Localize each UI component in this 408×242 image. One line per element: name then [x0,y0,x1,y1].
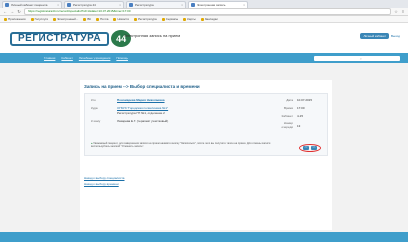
forward-arrow-icon[interactable]: → [10,9,14,14]
menu-item-clinics[interactable]: Лечебные учреждения [79,56,111,60]
folder-icon [30,17,34,21]
address-bar: ← → ↻ https://registratura44.ru/record/s… [0,8,408,16]
bookmark-item[interactable]: Закладки [200,17,218,21]
logo-text: РЕГИСТРАТУРА [10,31,110,46]
time-label: Время [283,106,293,110]
folder-icon [161,17,165,21]
back-arrow-icon[interactable]: ← [3,9,7,14]
back-to-specialist-link[interactable]: Назад к выбору специалиста [84,176,124,180]
cabinet-button[interactable]: Личный кабинет [360,33,390,39]
bookmark-item[interactable]: Карты [183,17,196,21]
favicon-icon [5,3,9,7]
page-title: Запись на прием --> Выбор специалиста и … [84,84,200,89]
back-to-time-link[interactable]: Назад к выбору времени [84,182,119,186]
field-department: Регистратура ГП №1, отделение 2 [117,111,165,115]
browser-tab[interactable]: Личный кабинет пациента × [2,1,62,8]
search-button[interactable]: Поиск [388,56,396,61]
next-button[interactable]: >> [311,146,317,150]
bookmark-item[interactable]: Почта [96,17,108,21]
clinic-name[interactable]: ОГБУЗ "Городская поликлиника №1" [117,106,168,110]
close-icon[interactable]: × [243,3,245,7]
reload-icon[interactable]: ↻ [17,9,21,14]
queue-label: Номер очереди [281,121,293,129]
bookmarks-bar: Приложения Госуслуги Электронный... ВК П… [0,16,408,23]
star-icon[interactable]: ☆ [394,9,398,14]
pager-buttons: << >> [299,144,321,152]
time-value: 17:00 [297,106,305,110]
bookmark-item[interactable]: Регистратура [134,17,157,21]
folder-icon [96,17,100,21]
close-icon[interactable]: × [181,3,183,7]
folder-icon [83,17,87,21]
close-icon[interactable]: × [119,3,121,7]
bookmark-item[interactable]: Сервисы [161,17,178,21]
date-value: 10.07.2015 [297,98,313,102]
favicon-icon [67,3,71,7]
menu-icon[interactable]: ≡ [401,9,405,14]
room-value: 4-15 [297,114,304,118]
field-doctor: К кому Лазарева Е.Г. (терапевт участковый… [91,119,169,123]
folder-icon [4,17,7,21]
bookmark-item[interactable]: Госуслуги [30,17,48,21]
info-note: ● Уважаемый пациент, для завершения запи… [91,142,271,149]
browser-tab-active[interactable]: Электронная запись × [188,1,248,8]
field-where: Куда ОГБУЗ "Городская поликлиника №1" [91,106,169,110]
site-logo[interactable]: РЕГИСТРАТУРА 44 [10,30,132,47]
site-header: РЕГИСТРАТУРА 44 Электронная запись на пр… [0,23,408,53]
close-icon[interactable]: × [57,3,59,7]
folder-icon [134,17,138,21]
field-who: Кто Пономарева Мария Николаевна [91,98,165,102]
folder-icon [183,17,187,21]
site-footer [0,232,408,242]
menu-item-home[interactable]: Главная [44,56,55,60]
bookmark-item[interactable]: ВК [83,17,91,21]
appointment-details: Кто Пономарева Мария Николаевна Куда ОГБУЗ… [84,93,328,156]
header-title: Электронная запись на прием [124,33,181,38]
search-icon[interactable]: ⌕ [360,56,362,61]
folder-icon [53,17,57,21]
browser-tab[interactable]: Регистратура 44 × [64,1,124,8]
bookmark-item[interactable]: Электронный... [53,17,78,21]
browser-tab[interactable]: Регистратура × [126,1,186,8]
folder-icon [113,17,117,21]
main-content: Запись на прием --> Выбор специалиста и … [80,80,332,230]
favicon-icon [129,3,133,7]
browser-tab-bar: Личный кабинет пациента × Регистратура 44… [0,0,408,8]
patient-name[interactable]: Пономарева Мария Николаевна [117,98,165,102]
logout-link[interactable]: Выход [391,34,400,38]
user-area: Личный кабинет Выход [360,33,400,39]
date-label: Дата [286,98,293,102]
menu-item-help[interactable]: Помощь [116,56,128,60]
queue-value: 13 [297,124,301,128]
favicon-icon [191,3,195,7]
prev-button[interactable]: << [303,146,309,150]
menu-item-cabinet[interactable]: Кабинет [61,56,72,60]
folder-icon [200,17,204,21]
url-input[interactable]: https://registratura44.ru/record/special… [24,8,391,15]
bookmark-item[interactable]: Новости [113,17,129,21]
room-label: Кабинет [281,114,293,118]
bookmark-item[interactable]: Приложения [4,17,26,21]
